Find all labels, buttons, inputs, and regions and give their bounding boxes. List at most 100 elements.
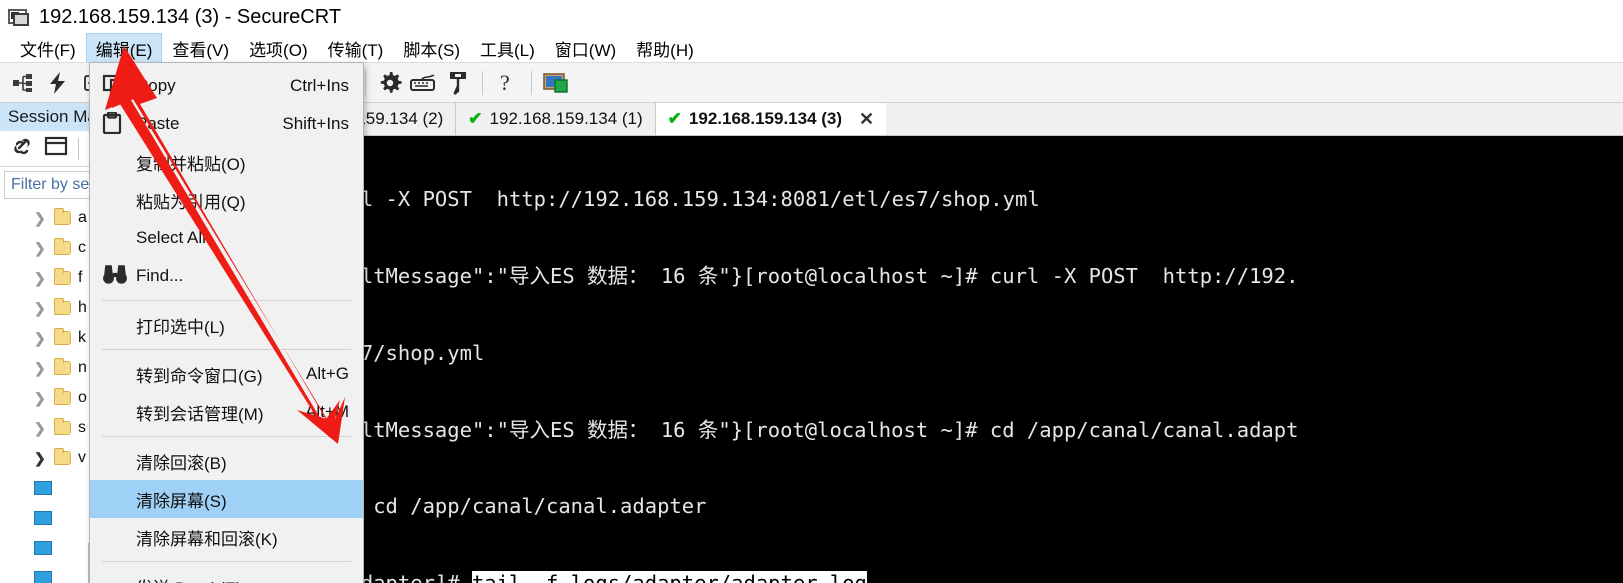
menu-separator — [102, 349, 351, 350]
folder-icon — [54, 448, 71, 465]
menu-item-send-break[interactable]: 发送 Break(E) — [90, 567, 363, 583]
new-window-icon[interactable] — [44, 136, 68, 161]
menu-item-accelerator: Ctrl+Ins — [289, 76, 349, 95]
menu-item-goto-command-window[interactable]: 转到命令窗口(G) Alt+G — [90, 355, 363, 393]
close-icon[interactable]: ✕ — [859, 109, 874, 130]
securecrt-window: 192.168.159.134 (3) - SecureCRT 文件(F) 编辑… — [0, 0, 1623, 583]
menu-help[interactable]: 帮助(H) — [626, 33, 704, 64]
menu-script[interactable]: 脚本(S) — [393, 33, 470, 64]
session-icon — [34, 571, 52, 583]
terminal-line: 168.159.134:8081/etl/es7/shop.yml — [221, 341, 1623, 367]
tree-item-label: v — [78, 449, 86, 466]
terminal-selected-text[interactable]: tail -f logs/adapter/adapter.log — [471, 571, 867, 583]
menu-item-copy[interactable]: Copy Ctrl+Ins — [90, 67, 363, 105]
chevron-right-icon[interactable]: ❯ — [34, 420, 50, 437]
chevron-right-icon[interactable]: ❯ — [34, 240, 50, 257]
tree-item-label: k — [78, 329, 86, 346]
toolbar-separator — [482, 70, 483, 95]
connected-check-icon: ✔ — [667, 109, 682, 128]
tab-session-3[interactable]: ✔ 192.168.159.134 (3) ✕ — [655, 103, 887, 135]
folder-icon — [54, 238, 71, 255]
settings-gear-icon[interactable] — [374, 67, 406, 99]
menu-tools[interactable]: 工具(L) — [470, 33, 545, 64]
tab-label: 192.168.159.134 (3) — [688, 109, 843, 128]
folder-icon — [54, 418, 71, 435]
menu-item-paste-as-quote[interactable]: 粘贴为引用(Q) — [90, 181, 363, 219]
tab-label: 192.168.159.134 (1) — [489, 109, 643, 128]
paste-icon — [102, 111, 126, 136]
tree-item-label: h — [78, 299, 87, 316]
menu-item-accelerator: Alt+M — [305, 402, 349, 421]
folder-icon — [54, 208, 71, 225]
window-title: 192.168.159.134 (3) - SecureCRT — [39, 5, 342, 28]
link-icon[interactable] — [10, 135, 34, 162]
chevron-right-icon[interactable]: ❯ — [34, 270, 50, 287]
menu-item-label: Select All — [136, 228, 206, 247]
session-tab-bar: 34 ✔ 192.168.159.134 (2) ✔ 192.168.159.1… — [221, 103, 1623, 136]
terminal-output[interactable]: [root@localhost ~]# curl -X POST http://… — [221, 136, 1623, 583]
session-tree-icon[interactable] — [8, 67, 40, 99]
help-icon[interactable]: ? — [491, 67, 523, 99]
menu-item-clear-scrollback[interactable]: 清除回滚(B) — [90, 442, 363, 480]
connected-check-icon: ✔ — [468, 109, 483, 128]
menu-view[interactable]: 查看(V) — [162, 33, 239, 64]
menu-item-paste[interactable]: Paste Shift+Ins — [90, 105, 363, 143]
chevron-right-icon[interactable]: ❯ — [34, 300, 50, 317]
menu-item-label: Copy — [136, 76, 176, 95]
tree-item-label: o — [78, 389, 87, 406]
svg-text:?: ? — [500, 71, 510, 95]
folder-icon — [54, 268, 71, 285]
keyboard-icon[interactable] — [408, 67, 440, 99]
menu-item-clear-screen[interactable]: 清除屏幕(S) — [90, 480, 363, 518]
terminal-line: er/[root@localhost ~]# cd /app/canal/can… — [221, 494, 707, 519]
menu-item-copy-and-paste[interactable]: 复制并粘贴(O) — [90, 143, 363, 181]
menu-item-label: Paste — [136, 114, 180, 133]
chevron-right-icon[interactable]: ❯ — [34, 360, 50, 377]
folder-icon — [54, 358, 71, 375]
chevron-right-icon[interactable]: ❯ — [34, 210, 50, 227]
terminal-line: [root@localhost ~]# curl -X POST http://… — [221, 187, 1040, 212]
folder-icon — [54, 388, 71, 405]
quick-connect-icon[interactable] — [42, 67, 74, 99]
copy-icon — [102, 74, 126, 98]
sm-toolbar-separator — [78, 137, 79, 160]
menu-item-find[interactable]: Find... — [90, 257, 363, 295]
menu-item-accelerator: Alt+G — [306, 364, 349, 383]
menu-item-label: Find... — [136, 266, 184, 285]
title-bar: 192.168.159.134 (3) - SecureCRT — [0, 0, 1623, 34]
menu-separator — [102, 300, 351, 301]
menu-edit[interactable]: 编辑(E) — [85, 32, 163, 64]
terminal-line: {"succeeded":true,"resultMessage":"导入ES … — [221, 263, 1299, 288]
menu-options[interactable]: 选项(O) — [239, 33, 318, 64]
menu-transfer[interactable]: 传输(T) — [318, 33, 394, 64]
securecrt-app-icon — [8, 7, 30, 27]
menu-item-select-all[interactable]: Select All — [90, 219, 363, 257]
tree-item-label: f — [78, 269, 83, 286]
find-icon — [102, 264, 127, 288]
key-icon[interactable] — [442, 67, 474, 99]
menu-item-label: 清除屏幕和回滚(K) — [136, 529, 278, 549]
session-icon — [34, 541, 52, 555]
menu-window[interactable]: 窗口(W) — [545, 33, 626, 64]
menu-item-label: 转到命令窗口(G) — [136, 366, 263, 386]
session-icon — [34, 481, 52, 495]
menu-item-goto-session-manager[interactable]: 转到会话管理(M) Alt+M — [90, 393, 363, 431]
session-options-icon[interactable] — [540, 67, 572, 99]
menu-file[interactable]: 文件(F) — [10, 33, 86, 64]
menu-separator — [102, 561, 351, 562]
terminal-text: [root@localhost ~]# curl -X POST http://… — [221, 136, 1623, 583]
terminal-line: {"succeeded":true,"resultMessage":"导入ES … — [221, 417, 1299, 442]
chevron-right-icon[interactable]: ❯ — [34, 390, 50, 407]
folder-icon — [54, 328, 71, 345]
toolbar-separator — [531, 70, 532, 95]
menu-item-label: 清除屏幕(S) — [136, 491, 227, 511]
menu-item-print-selection[interactable]: 打印选中(L) — [90, 306, 363, 344]
chevron-down-icon[interactable]: ❯ — [34, 450, 50, 467]
chevron-right-icon[interactable]: ❯ — [34, 330, 50, 347]
menu-item-clear-screen-and-scrollback[interactable]: 清除屏幕和回滚(K) — [90, 518, 363, 556]
terminal-line-with-selection: [root@localhost canal.adapter]# tail -f … — [221, 571, 1623, 583]
menu-item-label: 粘贴为引用(Q) — [136, 192, 246, 212]
menu-item-label: 转到会话管理(M) — [136, 404, 264, 424]
tab-session-1[interactable]: ✔ 192.168.159.134 (1) — [456, 103, 656, 135]
session-icon — [34, 511, 52, 525]
